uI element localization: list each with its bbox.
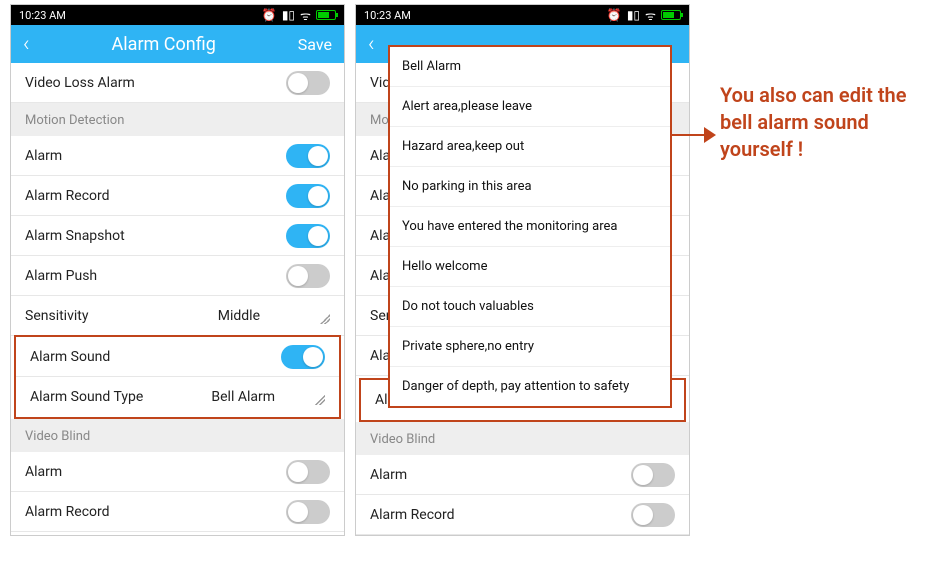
phone-screen-2: 10:23 AM ⏰ ▮▯ ᯤ ‹ Video Motio Alarm Alar…	[355, 4, 690, 536]
popup-item[interactable]: No parking in this area	[390, 167, 670, 207]
section-motion-detection: Motion Detection	[11, 103, 344, 136]
row-video-loss[interactable]: Video Loss Alarm	[11, 63, 344, 103]
popup-item[interactable]: Hazard area,keep out	[390, 127, 670, 167]
toggle-blind-alarm[interactable]	[286, 460, 330, 484]
status-icons: ⏰ ▮▯ ᯤ	[607, 7, 681, 24]
toggle-alarm-record[interactable]	[286, 184, 330, 208]
popup-item[interactable]: Do not touch valuables	[390, 287, 670, 327]
popup-item[interactable]: Danger of depth, pay attention to safety	[390, 367, 670, 406]
sound-type-popup: Bell Alarm Alert area,please leave Hazar…	[388, 45, 672, 408]
status-time: 10:23 AM	[364, 9, 411, 22]
label-blind-alarm: Alarm	[25, 464, 62, 480]
section-video-blind: Video Blind	[11, 419, 344, 452]
row-alarm-sound-type[interactable]: Alarm Sound Type Bell Alarm	[16, 377, 339, 417]
app-header: ‹ Alarm Config Save	[11, 25, 344, 63]
label-alarm: Alarm	[25, 148, 62, 164]
label-blind-alarm-2: Alarm	[370, 467, 407, 483]
resize-handle-icon	[315, 395, 325, 405]
status-bar: 10:23 AM ⏰ ▮▯ ᯤ	[11, 5, 344, 25]
toggle-alarm-sound[interactable]	[281, 345, 325, 369]
label-alarm-sound: Alarm Sound	[30, 349, 110, 365]
label-blind-alarm-record-2: Alarm Record	[370, 507, 455, 523]
toggle-alarm-snapshot[interactable]	[286, 224, 330, 248]
section-video-blind-2: Video Blind	[356, 422, 689, 455]
alarm-icon: ⏰	[262, 8, 277, 22]
label-alarm-push: Alarm Push	[25, 268, 97, 284]
wifi-icon: ᯤ	[300, 7, 311, 24]
row-alarm-sound[interactable]: Alarm Sound	[16, 337, 339, 377]
row-sensitivity[interactable]: Sensitivity Middle	[11, 296, 344, 336]
toggle-blind-alarm-record-2[interactable]	[631, 503, 675, 527]
back-icon[interactable]: ‹	[23, 32, 30, 57]
resize-handle-icon	[320, 314, 330, 324]
popup-item[interactable]: Private sphere,no entry	[390, 327, 670, 367]
popup-item[interactable]: Bell Alarm	[390, 47, 670, 87]
toggle-alarm-push[interactable]	[286, 264, 330, 288]
phone-screen-1: 10:23 AM ⏰ ▮▯ ᯤ ‹ Alarm Config Save Vide…	[10, 4, 345, 536]
label-alarm-snapshot: Alarm Snapshot	[25, 228, 125, 244]
row-alarm-snapshot[interactable]: Alarm Snapshot	[11, 216, 344, 256]
status-icons: ⏰ ▮▯ ᯤ	[262, 7, 336, 24]
label-alarm-sound-type: Alarm Sound Type	[30, 389, 143, 405]
toggle-blind-alarm-2[interactable]	[631, 463, 675, 487]
value-alarm-sound-type: Bell Alarm	[211, 389, 275, 405]
toggle-blind-alarm-record[interactable]	[286, 500, 330, 524]
back-icon[interactable]: ‹	[368, 32, 375, 57]
label-blind-alarm-record: Alarm Record	[25, 504, 110, 520]
stage: 10:23 AM ⏰ ▮▯ ᯤ ‹ Alarm Config Save Vide…	[0, 0, 950, 540]
status-bar: 10:23 AM ⏰ ▮▯ ᯤ	[356, 5, 689, 25]
wifi-icon: ᯤ	[645, 7, 656, 24]
alarm-icon: ⏰	[607, 8, 622, 22]
popup-item[interactable]: Alert area,please leave	[390, 87, 670, 127]
label-video-loss: Video Loss Alarm	[25, 75, 135, 91]
label-alarm-record: Alarm Record	[25, 188, 110, 204]
status-time: 10:23 AM	[19, 9, 66, 22]
row-alarm-push[interactable]: Alarm Push	[11, 256, 344, 296]
value-sensitivity: Middle	[218, 308, 260, 324]
annotation-text: You also can edit the bell alarm sound y…	[720, 82, 940, 163]
toggle-alarm[interactable]	[286, 144, 330, 168]
signal-icon: ▮▯	[282, 8, 295, 22]
row-blind-alarm[interactable]: Alarm	[11, 452, 344, 492]
page-title: Alarm Config	[112, 34, 216, 55]
row-alarm-record[interactable]: Alarm Record	[11, 176, 344, 216]
battery-icon	[661, 10, 681, 20]
row-blind-alarm-record[interactable]: Alarm Record	[11, 492, 344, 532]
signal-icon: ▮▯	[627, 8, 640, 22]
row-blind-alarm-record-2[interactable]: Alarm Record	[356, 495, 689, 535]
row-alarm[interactable]: Alarm	[11, 136, 344, 176]
row-blind-alarm-2[interactable]: Alarm	[356, 455, 689, 495]
popup-item[interactable]: Hello welcome	[390, 247, 670, 287]
save-button[interactable]: Save	[298, 35, 332, 54]
popup-item[interactable]: You have entered the monitoring area	[390, 207, 670, 247]
highlight-sound-group: Alarm Sound Alarm Sound Type Bell Alarm	[14, 335, 341, 419]
label-sensitivity: Sensitivity	[25, 308, 88, 324]
toggle-video-loss[interactable]	[286, 71, 330, 95]
battery-icon	[316, 10, 336, 20]
